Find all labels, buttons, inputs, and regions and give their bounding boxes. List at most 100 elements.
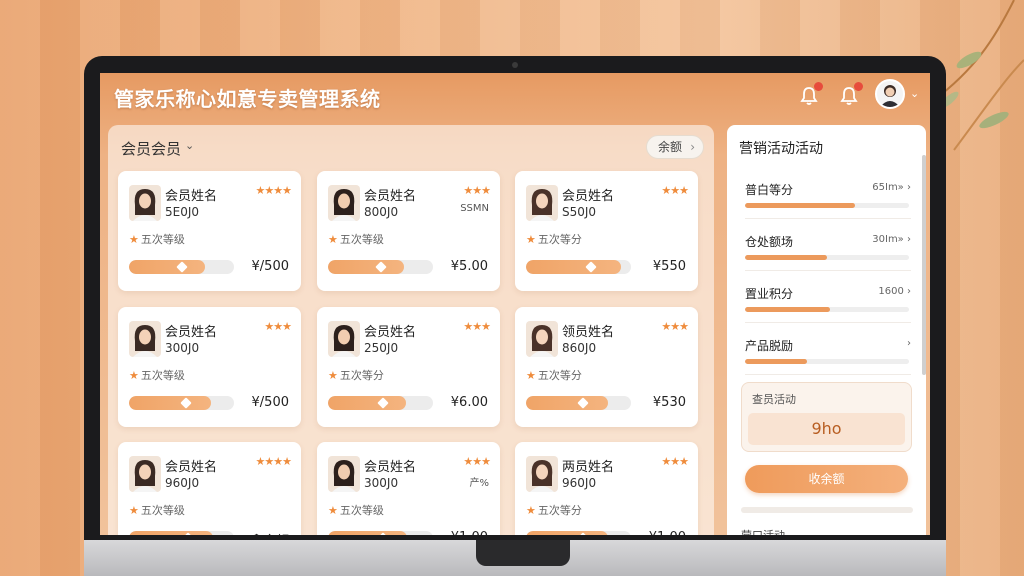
top-bar: 管家乐称心如意专卖管理系统 ⌄ <box>100 73 930 123</box>
member-progress <box>129 396 234 410</box>
star-icon: ★ <box>129 369 139 382</box>
member-photo <box>328 456 360 492</box>
chevron-right-icon: › <box>907 338 911 349</box>
member-photo <box>328 321 360 357</box>
member-card[interactable]: 会员姓名 S50J0 ★★★ ★ 五次等分 ¥550 <box>515 171 698 291</box>
marketing-row[interactable]: 普白等分 65Im» › <box>745 181 911 221</box>
divider <box>745 374 911 375</box>
balance-button[interactable]: 余额 › <box>646 135 704 159</box>
marketing-row-value: 1600 › <box>878 286 911 297</box>
marketing-row-value: 65Im» › <box>872 182 911 193</box>
star-icon: ★ <box>129 233 139 246</box>
member-card[interactable]: 会员姓名 5E0J0 ★★★★ ★ 五次等级 ¥/500 <box>118 171 301 291</box>
member-name: 会员姓名 <box>165 189 218 204</box>
member-name: 会员姓名 <box>165 460 218 475</box>
balance-label: 余额 <box>658 140 683 154</box>
alert-bell-icon[interactable] <box>838 82 863 107</box>
member-progress <box>129 260 234 274</box>
level-text: 五次等分 <box>537 504 582 517</box>
divider <box>745 218 911 219</box>
member-level: ★ 五次等级 <box>129 367 185 383</box>
chevron-down-icon[interactable]: ⌄ <box>910 87 919 100</box>
marketing-row-value: 30Im» › <box>872 234 911 245</box>
member-price: ¥550 <box>652 259 686 274</box>
rating-stars: ★★★★ <box>255 184 292 197</box>
member-note: 产% <box>469 478 489 489</box>
chevron-down-icon[interactable]: ⌄ <box>185 139 194 152</box>
member-level: ★ 五次等分 <box>526 502 582 518</box>
marketing-row-bar-fill <box>745 359 808 364</box>
bell-icon[interactable] <box>798 82 823 107</box>
member-price: ¥1.00 <box>649 530 686 535</box>
member-points: 960J0 <box>165 476 200 490</box>
marketing-row-bar <box>745 203 909 208</box>
marketing-row-label: 普白等分 <box>745 183 794 197</box>
marketing-row-label: 仓处额场 <box>745 235 794 249</box>
member-card[interactable]: 会员姓名960J0★★★★★五次等级鑫会额 <box>118 442 301 535</box>
marketing-row-number: 30Im» <box>872 234 904 245</box>
member-photo <box>129 321 161 357</box>
chevron-right-icon: › <box>690 140 695 154</box>
member-progress-fill <box>526 260 621 274</box>
member-card[interactable]: 会员姓名 800J0 ★★★ SSMN ★ 五次等级 ¥5.00 <box>317 171 500 291</box>
rating-stars: ★★★★ <box>255 455 292 468</box>
marketing-row[interactable]: 置业积分 1600 › <box>745 285 911 325</box>
marketing-title: 营销活动活动 <box>739 141 823 157</box>
user-avatar[interactable] <box>875 79 905 109</box>
member-price: ¥/500 <box>251 395 289 410</box>
rating-stars: ★★★ <box>463 184 491 197</box>
star-icon: ★ <box>328 369 338 382</box>
member-card[interactable]: 两员姓名960J0★★★★五次等分¥1.00 <box>515 442 698 535</box>
member-progress <box>328 260 433 274</box>
scrollbar[interactable] <box>922 155 926 375</box>
activity-box[interactable]: 查员活动 9ho <box>741 382 912 452</box>
activity-label: 查员活动 <box>752 393 796 406</box>
member-price: ¥6.00 <box>450 395 488 410</box>
level-text: 五次等分 <box>339 369 384 382</box>
chevron-right-icon: › <box>907 182 911 193</box>
member-note: SSMN <box>460 203 489 214</box>
member-progress-fill <box>328 260 404 274</box>
marketing-row-bar-fill <box>745 255 827 260</box>
activity-value: 9ho <box>748 413 905 445</box>
rating-stars: ★★★ <box>661 455 689 468</box>
star-icon: ★ <box>526 504 536 517</box>
member-photo <box>526 456 558 492</box>
member-photo <box>526 185 558 221</box>
member-card[interactable]: 会员姓名300J0 ★★★ 产% ★五次等级 ¥1.00 <box>317 442 500 535</box>
level-text: 五次等级 <box>140 369 185 382</box>
member-points: 250J0 <box>364 341 399 355</box>
member-points: 860J0 <box>562 341 597 355</box>
marketing-row[interactable]: 产品脱励 › <box>745 337 911 377</box>
star-icon: ★ <box>526 233 536 246</box>
members-panel: 会员会员 ⌄ 余额 › 会员姓名 5E0J0 ★★★★ ★ 五次等级 ¥/500 会员姓名 8… <box>108 125 714 535</box>
level-text: 五次等级 <box>339 504 384 517</box>
member-progress <box>526 531 631 535</box>
level-text: 五次等分 <box>537 233 582 246</box>
marketing-row-bar <box>745 359 909 364</box>
marketing-row-number: 1600 <box>878 286 904 297</box>
member-price: ¥/500 <box>251 259 289 274</box>
marketing-row-bar-fill <box>745 203 855 208</box>
member-level: ★ 五次等级 <box>328 231 384 247</box>
rating-stars: ★★★ <box>463 455 491 468</box>
member-name: 会员姓名 <box>364 325 417 340</box>
marketing-row[interactable]: 仓处额场 30Im» › <box>745 233 911 273</box>
member-card[interactable]: 会员姓名 300J0 ★★★ ★ 五次等级 ¥/500 <box>118 307 301 427</box>
star-icon: ★ <box>328 504 338 517</box>
member-progress-fill <box>129 531 213 535</box>
member-card[interactable]: 领员姓名 860J0 ★★★ ★ 五次等分 ¥530 <box>515 307 698 427</box>
members-title[interactable]: 会员会员 <box>121 138 181 159</box>
member-name: 会员姓名 <box>562 189 615 204</box>
member-price: ¥5.00 <box>450 259 488 274</box>
member-progress-fill <box>328 396 406 410</box>
member-level: ★ 五次等级 <box>129 231 185 247</box>
member-photo <box>129 185 161 221</box>
collect-balance-button[interactable]: 收余额 <box>745 465 908 493</box>
marketing-row-label: 产品脱励 <box>745 339 794 353</box>
member-photo <box>328 185 360 221</box>
alert-badge <box>854 82 863 91</box>
webcam <box>512 62 518 68</box>
member-card[interactable]: 会员姓名 250J0 ★★★ ★ 五次等分 ¥6.00 <box>317 307 500 427</box>
rating-stars: ★★★ <box>264 320 292 333</box>
